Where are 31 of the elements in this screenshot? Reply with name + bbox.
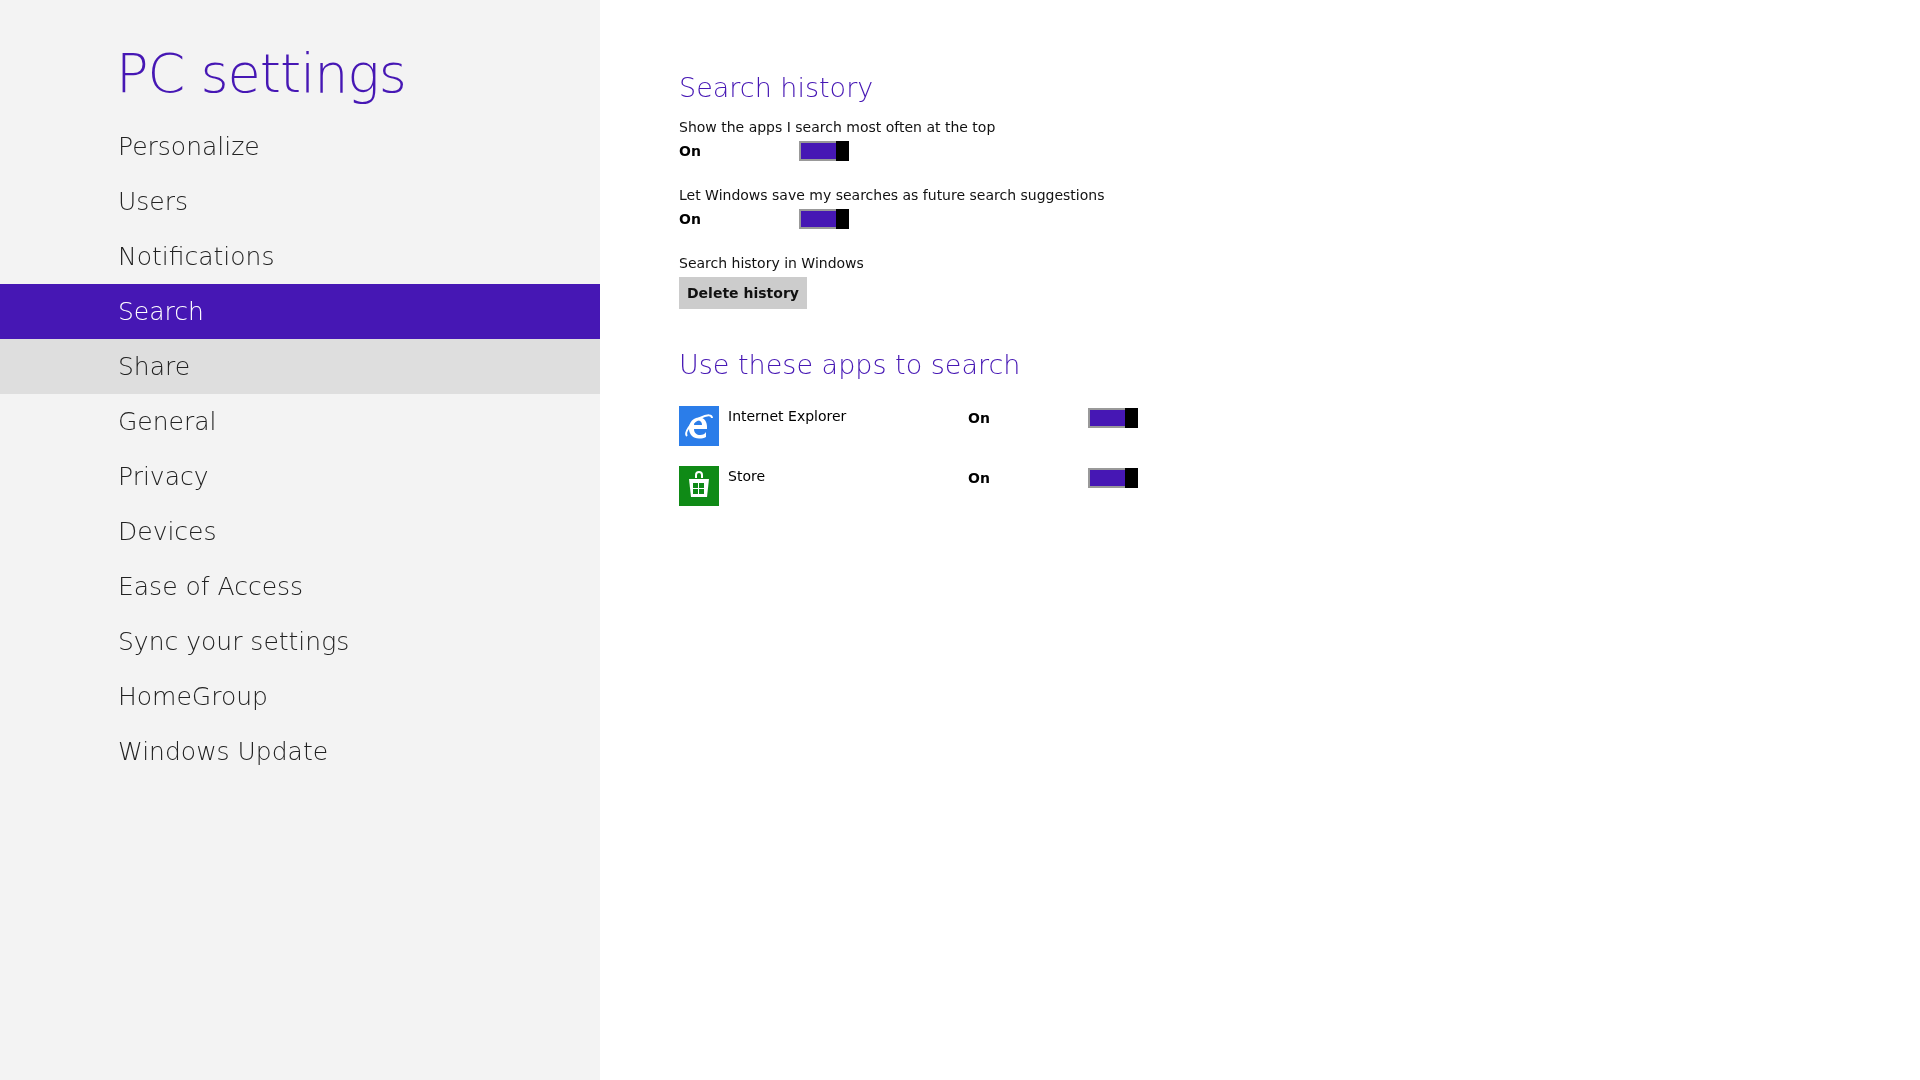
nav-item[interactable]: Share [0, 339, 600, 394]
nav-item[interactable]: General [0, 394, 600, 449]
nav-item[interactable]: Notifications [0, 229, 600, 284]
section-heading: Search history [679, 72, 875, 103]
nav-item[interactable]: Windows Update [0, 724, 600, 779]
nav-item[interactable]: Ease of Access [0, 559, 600, 614]
state-label: On [679, 211, 702, 227]
nav-item[interactable]: Privacy [0, 449, 600, 504]
state-label: On [968, 470, 991, 486]
nav-item[interactable]: Users [0, 174, 600, 229]
nav-item[interactable]: Search [0, 284, 600, 339]
toggle-switch[interactable] [1088, 468, 1138, 488]
toggle-switch[interactable] [799, 141, 849, 161]
toggle-switch[interactable] [799, 209, 849, 229]
state-label: On [679, 143, 702, 159]
setting-label: Show the apps I search most often at the top [679, 119, 997, 135]
page-title: PC settings [116, 42, 407, 105]
nav-item[interactable]: HomeGroup [0, 669, 600, 724]
nav-item[interactable]: Personalize [0, 119, 600, 174]
toggle-switch[interactable] [1088, 408, 1138, 428]
nav-item[interactable]: Sync your settings [0, 614, 600, 669]
nav-item[interactable]: Devices [0, 504, 600, 559]
setting-label: Let Windows save my searches as future search suggestions [679, 187, 1106, 203]
app-name: Store [728, 468, 766, 484]
delete-history-button[interactable]: Delete history [679, 277, 807, 309]
setting-label: Search history in Windows [679, 255, 865, 271]
state-label: On [968, 410, 991, 426]
browser-e-icon [679, 406, 719, 446]
app-name: Internet Explorer [728, 408, 848, 424]
section-heading: Use these apps to search [679, 349, 1022, 380]
shopping-bag-icon [679, 466, 719, 506]
